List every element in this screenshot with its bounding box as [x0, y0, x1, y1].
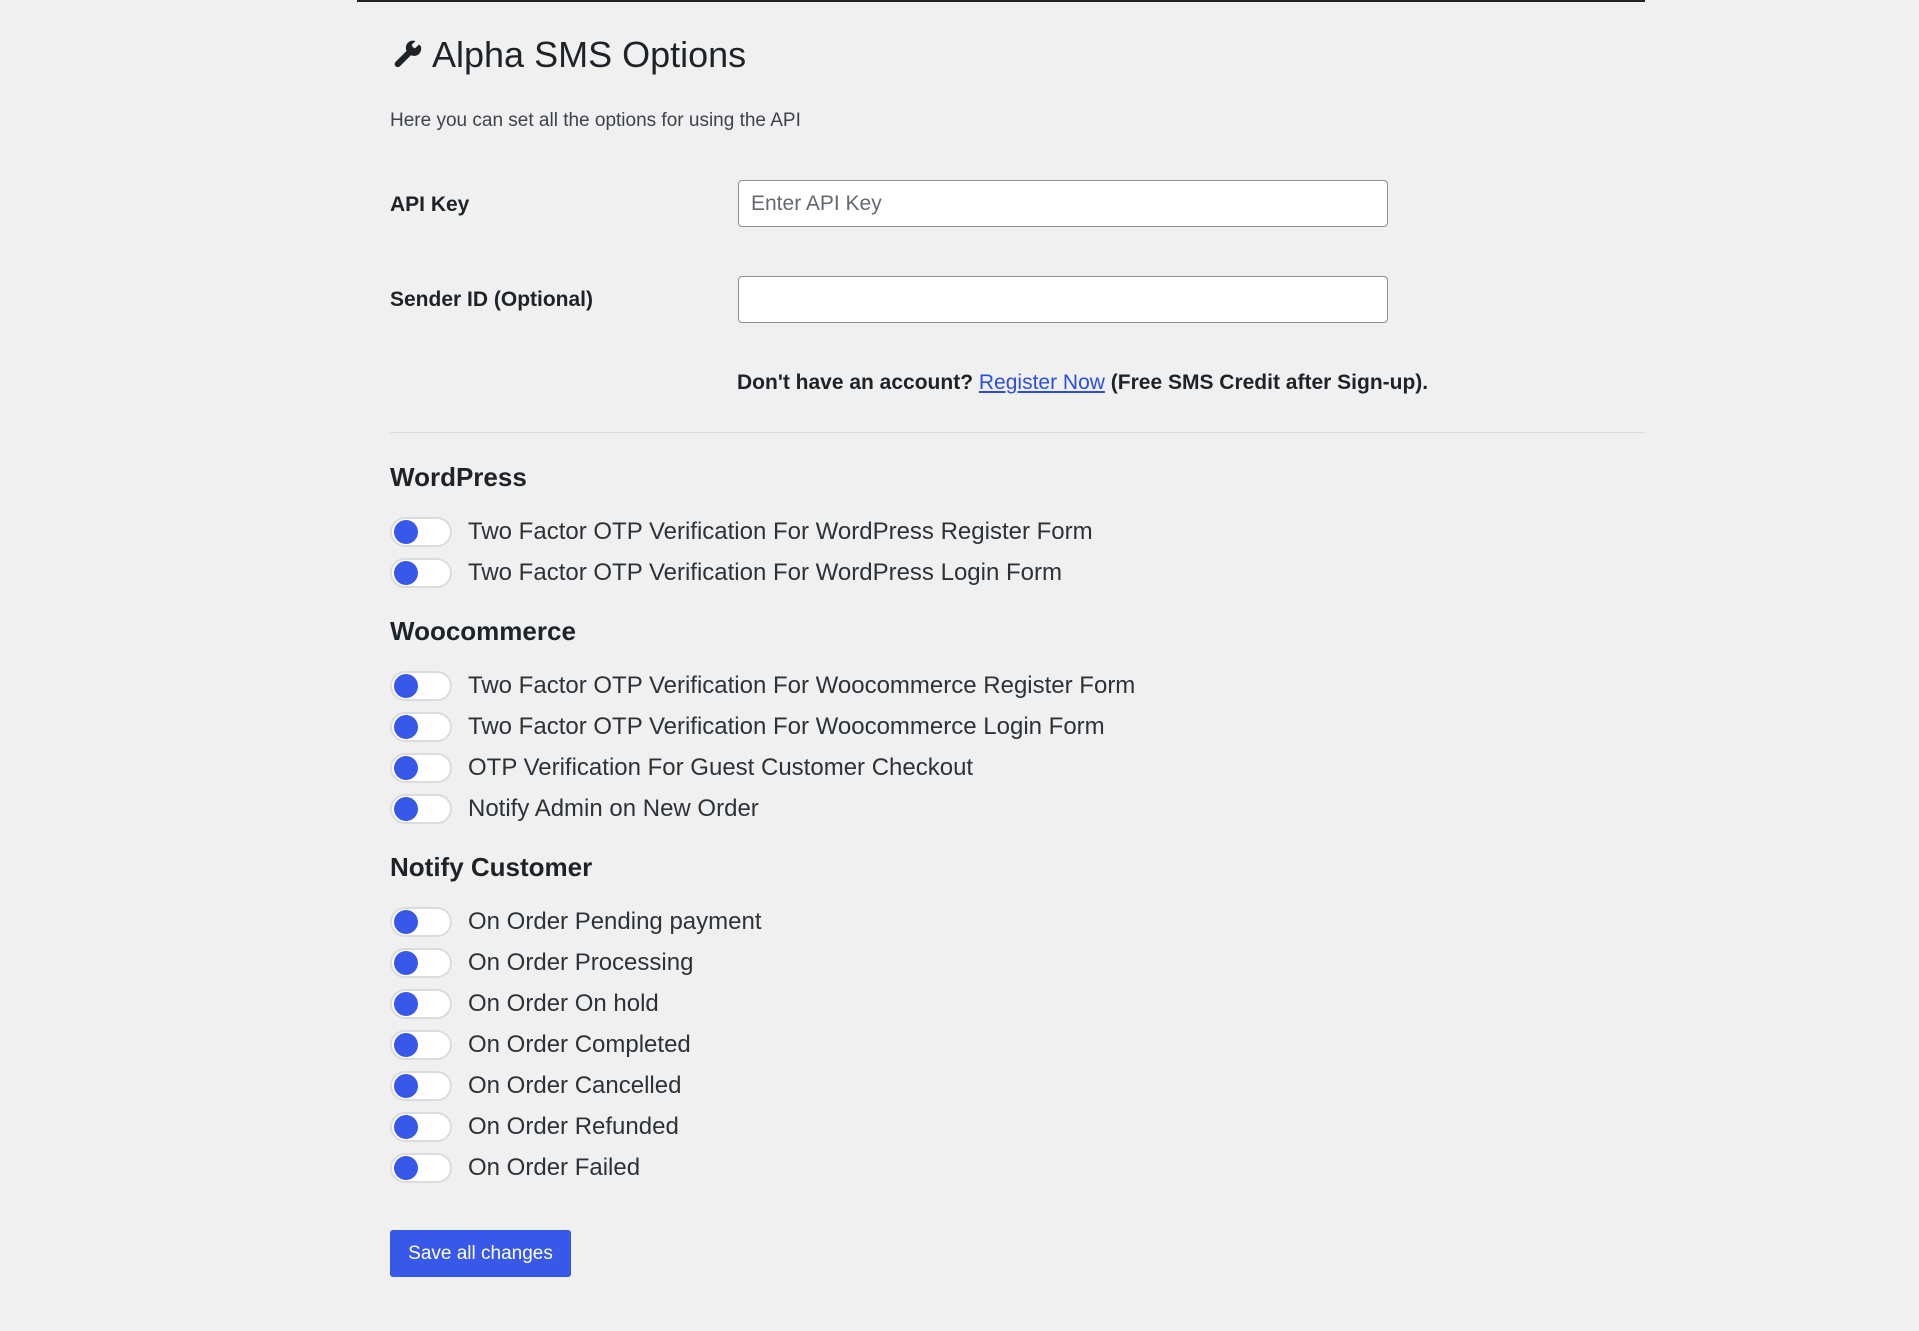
order-on-hold-toggle[interactable]: [390, 989, 452, 1019]
toggle-label: Two Factor OTP Verification For Woocomme…: [468, 713, 1105, 740]
register-suffix: (Free SMS Credit after Sign-up).: [1110, 371, 1429, 394]
wordpress-heading: WordPress: [390, 462, 527, 492]
toggle-knob: [394, 520, 418, 544]
api-key-input[interactable]: [738, 180, 1388, 227]
toggle-label: Notify Admin on New Order: [468, 795, 759, 822]
register-notice: Don't have an account? Register Now (Fre…: [737, 371, 1428, 395]
toggle-label: On Order Pending payment: [468, 908, 762, 935]
toggle-knob: [394, 561, 418, 585]
api-key-row: API Key: [390, 180, 1390, 228]
toggle-row: On Order Cancelled: [390, 1070, 681, 1102]
toggle-label: On Order Completed: [468, 1031, 691, 1058]
sender-id-row: Sender ID (Optional): [390, 276, 1390, 324]
guest-checkout-otp-toggle[interactable]: [390, 753, 452, 783]
save-all-changes-button[interactable]: Save all changes: [390, 1230, 571, 1277]
toggle-row: On Order Refunded: [390, 1111, 679, 1143]
toggle-row: Two Factor OTP Verification For WordPres…: [390, 557, 1062, 589]
sender-id-label: Sender ID (Optional): [390, 288, 594, 311]
toggle-label: Two Factor OTP Verification For WordPres…: [468, 518, 1093, 545]
notify-customer-heading: Notify Customer: [390, 852, 593, 882]
toggle-row: On Order Processing: [390, 947, 693, 979]
toggle-knob: [394, 951, 418, 975]
order-refunded-toggle[interactable]: [390, 1112, 452, 1142]
toggle-row: On Order Failed: [390, 1152, 640, 1184]
sender-id-input[interactable]: [738, 276, 1388, 323]
toggle-label: On Order Failed: [468, 1154, 641, 1181]
toggle-knob: [394, 1074, 418, 1098]
notify-admin-toggle[interactable]: [390, 794, 452, 824]
toggle-knob: [394, 1156, 418, 1180]
wc-register-otp-toggle[interactable]: [390, 671, 452, 701]
toggle-row: Two Factor OTP Verification For Woocomme…: [390, 670, 1135, 702]
toggle-knob: [394, 756, 418, 780]
toggle-label: On Order Refunded: [468, 1113, 679, 1140]
toggle-knob: [394, 1033, 418, 1057]
toggle-row: Notify Admin on New Order: [390, 793, 759, 825]
register-prefix: Don't have an account?: [737, 371, 974, 394]
wrench-icon: [392, 39, 424, 71]
toggle-row: Two Factor OTP Verification For WordPres…: [390, 516, 1093, 548]
toggle-row: Two Factor OTP Verification For Woocomme…: [390, 711, 1105, 743]
page-subtitle: Here you can set all the options for usi…: [390, 110, 801, 131]
page-header: Alpha SMS Options: [392, 34, 746, 76]
register-now-link[interactable]: Register Now: [979, 371, 1105, 394]
toggle-knob: [394, 715, 418, 739]
toggle-label: Two Factor OTP Verification For Woocomme…: [468, 672, 1136, 699]
toggle-row: On Order On hold: [390, 988, 659, 1020]
toggle-knob: [394, 797, 418, 821]
order-processing-toggle[interactable]: [390, 948, 452, 978]
toggle-knob: [394, 992, 418, 1016]
order-failed-toggle[interactable]: [390, 1153, 452, 1183]
toggle-knob: [394, 910, 418, 934]
toggle-row: On Order Completed: [390, 1029, 691, 1061]
toggle-label: On Order Processing: [468, 949, 694, 976]
wp-login-otp-toggle[interactable]: [390, 558, 452, 588]
order-completed-toggle[interactable]: [390, 1030, 452, 1060]
toggle-label: On Order Cancelled: [468, 1072, 682, 1099]
toggle-label: OTP Verification For Guest Customer Chec…: [468, 754, 974, 781]
toggle-label: Two Factor OTP Verification For WordPres…: [468, 559, 1062, 586]
order-cancelled-toggle[interactable]: [390, 1071, 452, 1101]
toggle-knob: [394, 1115, 418, 1139]
toggle-label: On Order On hold: [468, 990, 659, 1017]
order-pending-toggle[interactable]: [390, 907, 452, 937]
toggle-row: On Order Pending payment: [390, 906, 762, 938]
header-divider: [357, 0, 1645, 2]
wc-login-otp-toggle[interactable]: [390, 712, 452, 742]
toggle-row: OTP Verification For Guest Customer Chec…: [390, 752, 973, 784]
section-divider: [390, 432, 1645, 433]
woocommerce-heading: Woocommerce: [390, 616, 576, 646]
wp-register-otp-toggle[interactable]: [390, 517, 452, 547]
page-title: Alpha SMS Options: [432, 34, 747, 75]
api-key-label: API Key: [390, 193, 470, 216]
toggle-knob: [394, 674, 418, 698]
